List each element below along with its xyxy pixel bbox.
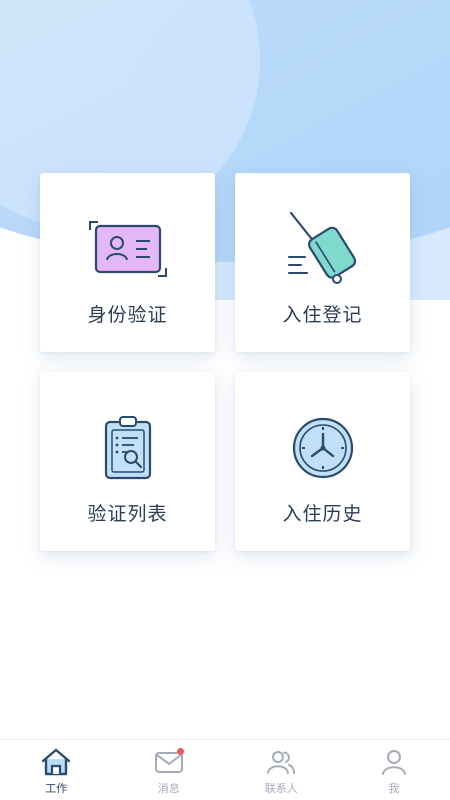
card-label: 入住历史 <box>282 503 363 525</box>
unread-badge <box>176 748 184 755</box>
card-label: 验证列表 <box>87 503 168 525</box>
tab-label: 工作 <box>45 782 68 795</box>
verification-list-card[interactable]: 验证列表 <box>40 372 215 551</box>
checkin-history-card[interactable]: 入住历史 <box>235 372 410 551</box>
clock-icon <box>278 408 368 488</box>
tab-contacts[interactable]: 联系人 <box>225 740 338 800</box>
id-card-icon <box>83 209 173 289</box>
user-icon <box>377 746 411 778</box>
luggage-icon <box>278 209 368 289</box>
tab-me[interactable]: 我 <box>338 740 450 800</box>
tab-work[interactable]: 工作 <box>0 740 113 800</box>
contacts-icon <box>264 746 298 778</box>
card-label: 入住登记 <box>282 304 363 326</box>
tab-label: 联系人 <box>264 782 298 795</box>
clipboard-search-icon <box>83 408 173 488</box>
tab-messages[interactable]: 消息 <box>113 740 226 800</box>
mail-icon <box>152 746 186 778</box>
tab-label: 消息 <box>157 782 180 795</box>
home-icon <box>39 746 73 778</box>
bottom-tab-bar: 工作 消息 联系人 我 <box>0 739 450 800</box>
tab-label: 我 <box>388 782 400 795</box>
checkin-registration-card[interactable]: 入住登记 <box>235 173 410 352</box>
identity-verification-card[interactable]: 身份验证 <box>40 173 215 352</box>
card-label: 身份验证 <box>87 304 168 326</box>
